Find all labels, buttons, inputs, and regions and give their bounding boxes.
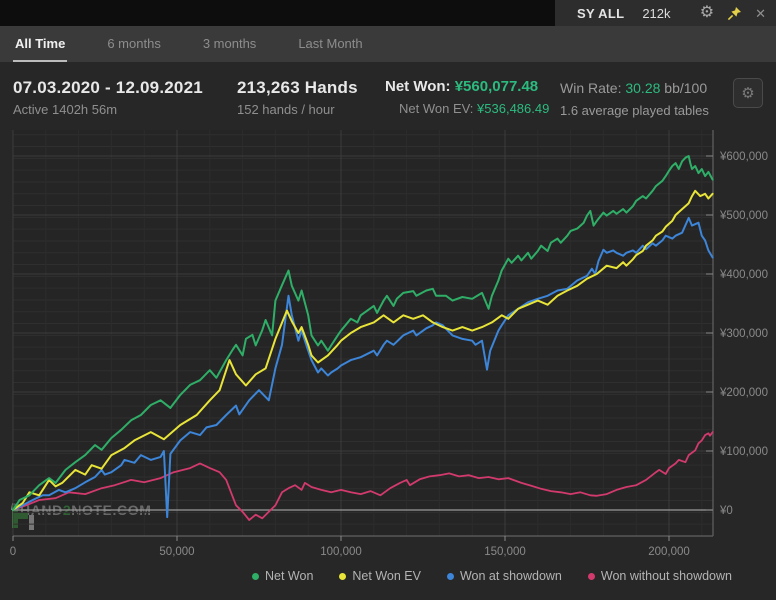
- won-at-showdown-dot-icon: [447, 573, 454, 580]
- tab-3-months[interactable]: 3 months: [201, 26, 258, 62]
- tab-last-month[interactable]: Last Month: [296, 26, 364, 62]
- net-won-ev-dot-icon: [339, 573, 346, 580]
- svg-text:200,000: 200,000: [648, 546, 690, 558]
- svg-text:¥300,000: ¥300,000: [719, 328, 768, 340]
- svg-text:¥400,000: ¥400,000: [719, 269, 768, 281]
- settings-gear-icon[interactable]: ⚙: [700, 5, 714, 21]
- graph-settings-button[interactable]: ⚙: [733, 78, 763, 108]
- summary-stats-row: 07.03.2020 - 12.09.2021 Active 1402h 56m…: [0, 62, 776, 130]
- win-rate-label: Win Rate:: [560, 80, 621, 96]
- active-time: Active 1402h 56m: [13, 102, 203, 117]
- svg-text:150,000: 150,000: [484, 546, 526, 558]
- svg-text:¥100,000: ¥100,000: [719, 446, 768, 458]
- winnings-chart: HAND2NOTE.COM ¥0¥100,000¥200,000¥300,000…: [0, 130, 776, 562]
- chart-legend: Net Won Net Won EV Won at showdown Won w…: [252, 569, 732, 583]
- legend-item-won-without-showdown[interactable]: Won without showdown: [588, 569, 732, 583]
- svg-text:50,000: 50,000: [159, 546, 194, 558]
- total-hands: 213,263 Hands: [237, 78, 358, 98]
- legend-item-net-won-ev[interactable]: Net Won EV: [339, 569, 421, 583]
- legend-item-net-won[interactable]: Net Won: [252, 569, 313, 583]
- avg-tables: 1.6 average played tables: [560, 103, 709, 118]
- legend-item-won-at-showdown[interactable]: Won at showdown: [447, 569, 562, 583]
- win-rate-unit: bb/100: [664, 80, 707, 96]
- pin-icon[interactable]: [727, 6, 742, 21]
- title-bar-segment: SY ALL 212k ⚙ ✕: [555, 0, 776, 26]
- svg-text:¥600,000: ¥600,000: [719, 151, 768, 163]
- won-without-showdown-dot-icon: [588, 573, 595, 580]
- tab-6-months[interactable]: 6 months: [105, 26, 162, 62]
- net-won-ev-label: Net Won EV:: [399, 101, 473, 116]
- svg-text:¥200,000: ¥200,000: [719, 387, 768, 399]
- hands-per-hour: 152 hands / hour: [237, 102, 358, 117]
- win-rate-value: 30.28: [625, 80, 660, 96]
- net-won-ev-value: ¥536,486.49: [477, 101, 549, 116]
- svg-text:¥0: ¥0: [719, 505, 733, 517]
- hands-count-badge: 212k: [642, 6, 670, 21]
- net-won-label: Net Won:: [385, 78, 451, 95]
- hand2note-graph-window: SY ALL 212k ⚙ ✕ All Time 6 months 3 mont…: [0, 0, 776, 600]
- title-bar: SY ALL 212k ⚙ ✕: [0, 0, 776, 26]
- svg-text:0: 0: [10, 546, 16, 558]
- tab-all-time[interactable]: All Time: [13, 26, 67, 62]
- svg-text:100,000: 100,000: [320, 546, 362, 558]
- close-icon[interactable]: ✕: [755, 7, 766, 20]
- svg-text:¥500,000: ¥500,000: [719, 210, 768, 222]
- time-range-tabs: All Time 6 months 3 months Last Month: [0, 26, 776, 62]
- player-name: SY ALL: [577, 6, 624, 21]
- net-won-dot-icon: [252, 573, 259, 580]
- net-won-value: ¥560,077.48: [455, 78, 538, 95]
- chart-plot-area: ¥0 ¥100,000 ¥200,000 ¥300,000 ¥400,000 ¥500,0…: [0, 130, 776, 562]
- date-range: 07.03.2020 - 12.09.2021: [13, 78, 203, 98]
